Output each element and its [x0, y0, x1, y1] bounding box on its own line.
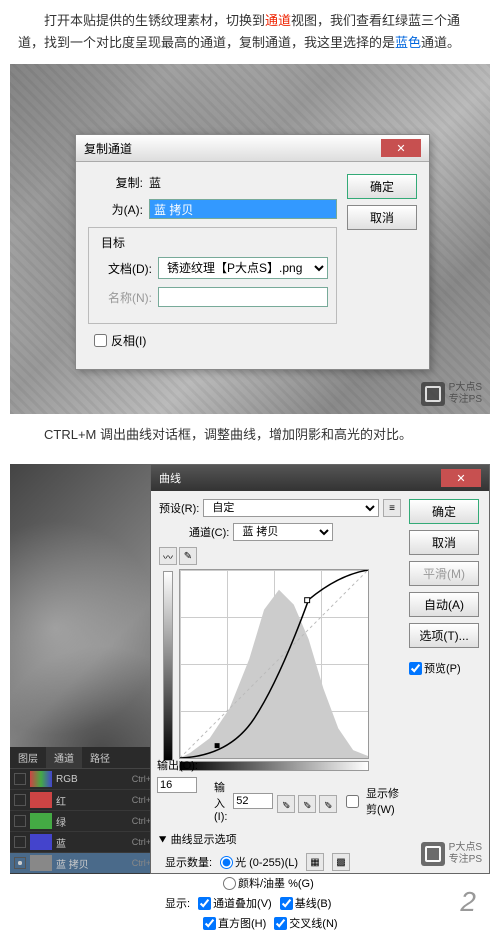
- amount-label: 显示数量:: [165, 854, 212, 870]
- as-input[interactable]: [149, 199, 337, 219]
- target-legend: 目标: [97, 234, 129, 251]
- grid-simple-icon[interactable]: ▦: [306, 853, 324, 871]
- invert-label: 反相(I): [111, 332, 146, 349]
- ok-button[interactable]: 确定: [409, 499, 479, 524]
- doc-select[interactable]: 锈迹纹理【P大点S】.png: [158, 257, 328, 279]
- curve-graph[interactable]: [179, 569, 369, 759]
- invert-checkbox[interactable]: [94, 334, 107, 347]
- output-input[interactable]: [157, 777, 197, 793]
- channel-blue-copy[interactable]: 蓝 拷贝Ctrl+6: [10, 853, 160, 874]
- highlight-blue: 蓝色: [395, 35, 421, 50]
- cancel-button[interactable]: 取消: [347, 205, 417, 230]
- auto-button[interactable]: 自动(A): [409, 592, 479, 617]
- texture-preview-1: 复制通道 ✕ 复制: 蓝 为(A): 目标 文档(D): 锈迹纹理【P大点S】.…: [10, 64, 490, 414]
- instruction-text-1: 打开本贴提供的生锈纹理素材，切换到通道视图，我们查看红绿蓝三个通道，找到一个对比…: [0, 0, 500, 64]
- instruction-text-2: CTRL+M 调出曲线对话框，调整曲线，增加阴影和高光的对比。: [0, 414, 500, 456]
- channel-select[interactable]: 蓝 拷贝: [233, 523, 333, 541]
- watermark-icon: [421, 842, 445, 866]
- input-label: 输入(I):: [214, 779, 229, 823]
- name-input: [158, 287, 328, 307]
- horizontal-gradient: [179, 761, 369, 771]
- copy-label: 复制:: [88, 174, 143, 191]
- curves-dialog: 曲线 ✕ 预设(R): 自定 ≡ 通道(C): 蓝 拷贝 〰 ✎: [150, 464, 490, 874]
- dialog-titlebar[interactable]: 复制通道 ✕: [76, 135, 429, 162]
- preset-select[interactable]: 自定: [203, 499, 379, 517]
- copy-channel-dialog: 复制通道 ✕ 复制: 蓝 为(A): 目标 文档(D): 锈迹纹理【P大点S】.…: [75, 134, 430, 370]
- channels-panel: 图层 通道 路径 RGBCtrl+2 红Ctrl+3 绿Ctrl+4 蓝Ctrl…: [10, 747, 160, 874]
- doc-label: 文档(D):: [97, 260, 152, 277]
- dialog-title: 复制通道: [84, 140, 132, 157]
- highlight-channel: 通道: [265, 13, 291, 28]
- watermark: P大点S专注PS: [421, 382, 482, 406]
- tab-layers[interactable]: 图层: [10, 747, 46, 768]
- output-label: 输出(O):: [157, 757, 198, 773]
- ok-button[interactable]: 确定: [347, 174, 417, 199]
- preview-checkbox[interactable]: [409, 662, 422, 675]
- curve-tool-icon[interactable]: 〰: [159, 547, 177, 565]
- tab-channels[interactable]: 通道: [46, 747, 82, 768]
- hist-checkbox[interactable]: [203, 917, 216, 930]
- cancel-button[interactable]: 取消: [409, 530, 479, 555]
- intersect-checkbox[interactable]: [274, 917, 287, 930]
- tab-paths[interactable]: 路径: [82, 747, 118, 768]
- overlay-checkbox[interactable]: [198, 897, 211, 910]
- input-input[interactable]: [233, 793, 273, 809]
- white-point-eyedropper-icon[interactable]: [319, 795, 337, 813]
- close-icon[interactable]: ✕: [381, 139, 421, 157]
- channel-label: 通道(C):: [189, 524, 229, 540]
- baseline-checkbox[interactable]: [280, 897, 293, 910]
- show-label: 显示:: [165, 895, 190, 911]
- options-button[interactable]: 选项(T)...: [409, 623, 479, 648]
- name-label: 名称(N):: [97, 289, 152, 306]
- watermark: P大点S专注PS: [421, 842, 482, 866]
- vertical-gradient: [163, 571, 173, 761]
- channel-red[interactable]: 红Ctrl+3: [10, 790, 160, 811]
- channel-rgb[interactable]: RGBCtrl+2: [10, 769, 160, 790]
- curves-titlebar[interactable]: 曲线 ✕: [151, 465, 489, 491]
- light-radio[interactable]: [220, 856, 233, 869]
- smooth-button: 平滑(M): [409, 561, 479, 586]
- channel-blue[interactable]: 蓝Ctrl+5: [10, 832, 160, 853]
- curves-section: 图层 通道 路径 RGBCtrl+2 红Ctrl+3 绿Ctrl+4 蓝Ctrl…: [10, 464, 490, 874]
- preset-label: 预设(R):: [159, 500, 199, 516]
- curve-display-options[interactable]: 曲线显示选项 显示数量: 光 (0-255)(L) ▦ ▩ 颜料/油墨 %(G): [159, 831, 401, 941]
- pencil-tool-icon[interactable]: ✎: [179, 547, 197, 565]
- channel-green[interactable]: 绿Ctrl+4: [10, 811, 160, 832]
- close-icon[interactable]: ✕: [441, 469, 481, 487]
- show-clip-checkbox[interactable]: [341, 795, 364, 808]
- preset-menu-icon[interactable]: ≡: [383, 499, 401, 517]
- grid-detail-icon[interactable]: ▩: [332, 853, 350, 871]
- gray-point-eyedropper-icon[interactable]: [298, 795, 316, 813]
- pigment-radio[interactable]: [223, 877, 236, 890]
- copy-value: 蓝: [149, 174, 161, 191]
- curves-title-text: 曲线: [159, 470, 181, 486]
- watermark-icon: [421, 382, 445, 406]
- as-label: 为(A):: [88, 201, 143, 218]
- black-point-eyedropper-icon[interactable]: [277, 795, 295, 813]
